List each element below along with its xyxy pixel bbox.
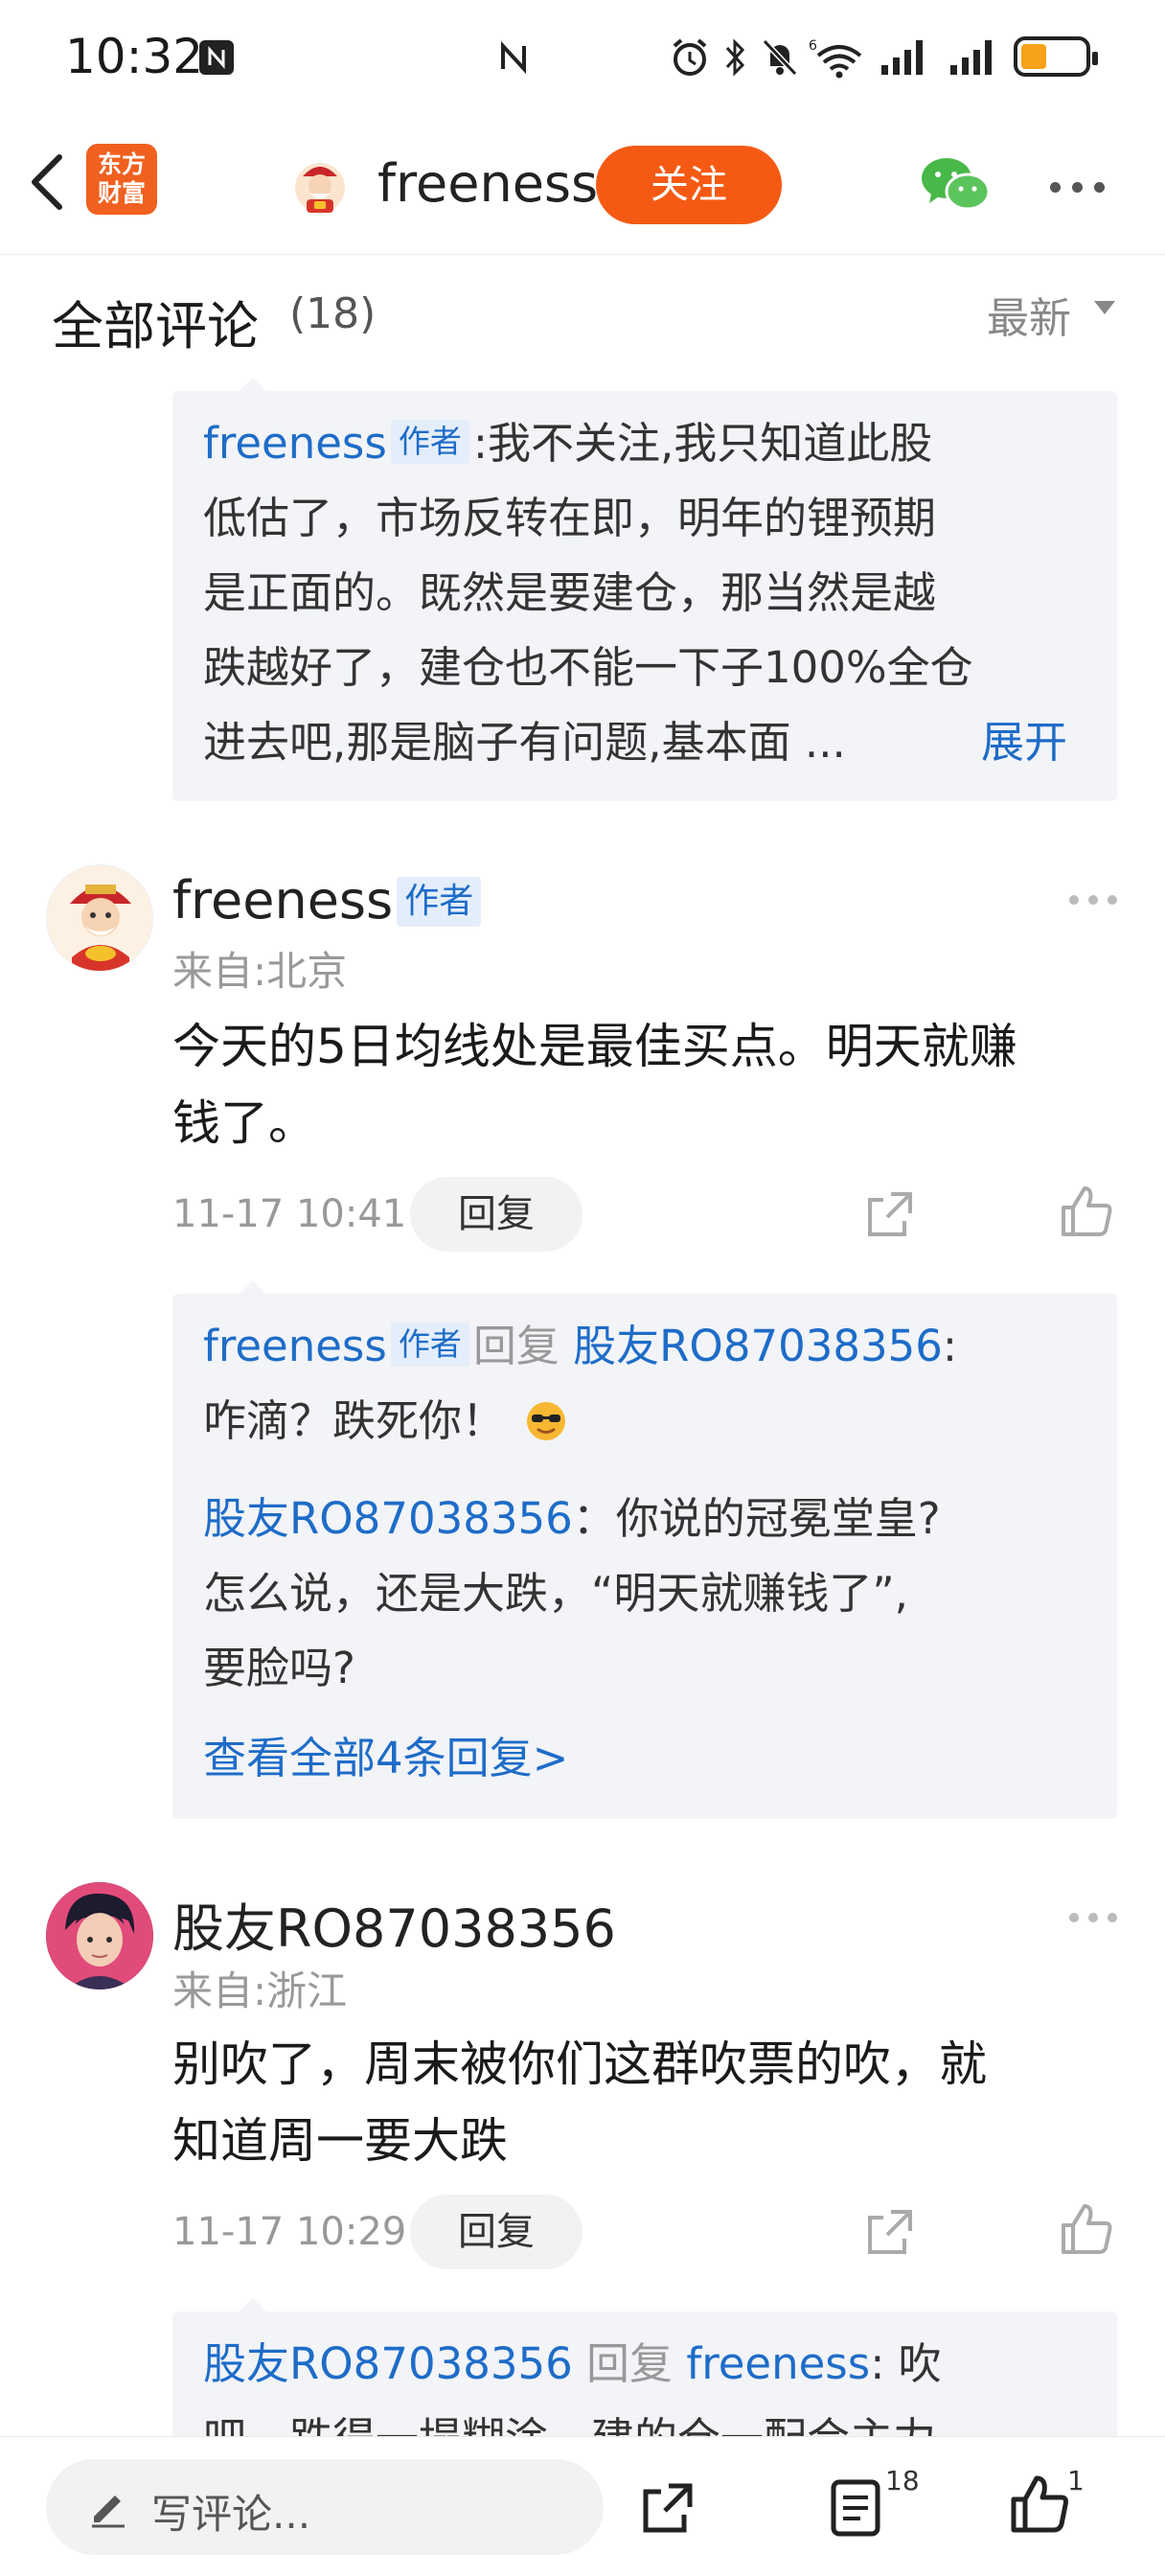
logo-line-2: 财富 [97,179,146,207]
reply-button[interactable]: 回复 [410,2195,582,2269]
reply-target[interactable]: 股友RO87038356 [573,1321,943,1371]
avatar[interactable] [46,1882,153,1990]
sort-dropdown[interactable]: 最新 [987,284,1071,345]
write-comment-placeholder[interactable]: 写评论... [151,2482,310,2541]
like-count-badge: 1 [1067,2465,1085,2496]
comment-count-badge: 18 [885,2465,920,2496]
reply-target[interactable]: freeness [686,2338,870,2389]
reply-line: 咋滴？跌死你！ [203,1384,1104,1466]
like-icon[interactable] [1058,2200,1115,2258]
comment-more-button[interactable] [1069,1913,1117,1922]
reply-text: 低估了，市场反转在即，明年的锂预期 [203,493,937,543]
comments-icon[interactable] [828,2476,885,2540]
reply-line: freeness 作者:我不关注,我只知道此股 [203,406,1104,481]
reply-author[interactable]: 股友RO87038356 [203,1493,573,1544]
comment-line: 钱了。 [172,1095,316,1151]
comment-location: 来自:北京 [172,948,348,995]
reply-line: 股友RO87038356：你说的冠冕堂皇? [203,1482,1104,1556]
comment-header: freeness 作者 [172,870,485,931]
comment-time: 11-17 10:41 [172,1192,407,1236]
reply-text: : [942,1321,958,1371]
avatar[interactable] [46,864,153,972]
share-icon[interactable] [862,2204,918,2260]
reply-text: 咋滴？跌死你！ [203,1395,506,1446]
app-logo[interactable]: 东方 财富 [86,144,157,215]
reply-word: 回复 [586,2338,674,2389]
comment-body: 别吹了，周末被你们这群吹票的吹，就 知道周一要大跌 [172,2026,1111,2179]
reply-button[interactable]: 回复 [410,1177,582,1252]
reply-author[interactable]: 股友RO87038356 [203,2338,573,2389]
bluetooth-icon [720,34,751,80]
follow-button[interactable]: 关注 [596,146,782,224]
comment-author[interactable]: freeness [172,870,393,931]
author-tag: 作者 [390,1322,469,1367]
reply-text: 跌越好了，建仓也不能一下子100%全仓 [203,642,973,693]
nav-title[interactable]: freeness [377,153,598,214]
wifi-icon: 6 [803,34,864,80]
author-tag: 作者 [397,877,482,927]
comment-location: 来自:浙江 [172,1967,348,2014]
alarm-icon [667,34,713,80]
reply-line: freeness 作者 回复 股友RO87038356: [203,1309,1104,1384]
comment-time: 11-17 10:29 [172,2210,407,2254]
nfc-icon [492,34,535,80]
back-button[interactable] [19,144,86,220]
reply-box: freeness 作者:我不关注,我只知道此股 低估了，市场反转在即，明年的锂预期… [172,378,1117,801]
cool-emoji-icon [524,1392,568,1466]
view-all-replies-link[interactable]: 查看全部4条回复> [203,1721,1104,1796]
reply-text: 怎么说，还是大跌，“明天就赚钱了”, [203,1568,908,1619]
back-arrow-icon [32,154,62,210]
reply-box: freeness 作者 回复 股友RO87038356: 咋滴？跌死你！ 股友RO8… [172,1280,1117,1819]
signal-icon [947,34,1000,80]
chevron-down-icon [1094,301,1115,314]
share-icon[interactable] [638,2478,697,2538]
reply-text: : 吹 [870,2338,942,2389]
user-avatar[interactable] [289,155,351,217]
like-icon[interactable] [1058,1183,1115,1240]
share-icon[interactable] [862,1186,918,1242]
like-icon[interactable] [1008,2472,1071,2536]
status-time: 10:32 [65,29,204,84]
reply-author[interactable]: freeness [203,1321,387,1371]
comment-line: 知道周一要大跌 [172,2113,508,2169]
mute-icon [759,34,801,80]
logo-line-1: 东方 [97,150,146,178]
comment-author[interactable]: 股友RO87038356 [172,1886,616,1962]
signal-icon [878,34,931,80]
reply-text: 是正面的。既然是要建仓，那当然是越 [203,567,937,618]
nfc-icon [195,34,238,80]
more-options-button[interactable] [1050,182,1105,193]
svg-text:6: 6 [809,38,817,54]
comment-body: 今天的5日均线处是最佳买点。明天就赚 钱了。 [172,1008,1111,1162]
reply-text: ：你说的冠冕堂皇? [572,1493,941,1544]
comments-count: (18) [289,289,377,338]
comments-title: 全部评论 [52,296,259,356]
reply-line: 股友RO87038356 回复 freeness: 吹 [203,2327,1104,2402]
comment-line: 别吹了，周末被你们这群吹票的吹，就 [172,2036,987,2092]
comment-more-button[interactable] [1069,895,1117,905]
reply-text: :我不关注,我只知道此股 [472,418,933,469]
reply-text: 进去吧,那是脑子有问题,基本面 ... [203,717,846,768]
reply-word: 回复 [472,1321,560,1371]
pen-icon [86,2484,130,2528]
comment-line: 今天的5日均线处是最佳买点。明天就赚 [172,1019,1017,1074]
reply-author[interactable]: freeness [203,418,387,469]
author-tag: 作者 [390,420,469,464]
wechat-share-icon[interactable] [920,153,993,217]
battery-icon [1014,36,1098,77]
expand-link[interactable]: 展开 [981,705,1067,780]
reply-text: 要脸吗? [203,1643,355,1693]
